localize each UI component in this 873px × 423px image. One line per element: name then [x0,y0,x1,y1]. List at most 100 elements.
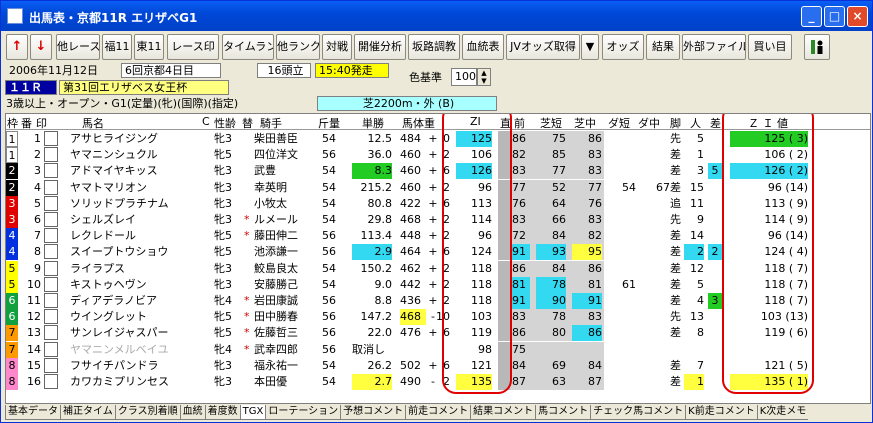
tab-4[interactable]: 着度数 [204,405,240,420]
tab-3[interactable]: 血統 [179,405,205,420]
table-row[interactable]: 5 9 ライラプス 牝3 鮫島良太 54 150.2 462 +2 118 86 84 86 差 12 118… [6,260,870,277]
table-row[interactable]: 6 11 ディアデラノビア 牝4 * 岩田康誠 56 8.8 436 +2 118 91 90 91 差 4 3… [6,293,870,309]
table-row[interactable]: 2 3 アドマイヤキッス 牝3 武豊 54 8.3 460 +6 126 83 77 83 差 3 5 126 … [6,163,870,180]
result-button[interactable]: 結果 [646,34,680,60]
cell-name: ライラプス [70,261,125,275]
cell-ds [606,374,636,390]
tab-8[interactable]: 前走コメント [405,405,471,420]
tab-2[interactable]: クラス別着順 [114,405,180,420]
cell-delta: 6 [443,326,450,340]
time-rank-button[interactable]: タイムランク [222,34,274,60]
tab-7[interactable]: 予想コメント [340,405,406,420]
table-row[interactable]: 1 2 ヤマニンシュクル 牝5 四位洋文 56 36.0 460 +2 106 82 85 83 差 1 10… [6,147,870,164]
cell-odds: 26.2 [367,358,393,372]
tab-11[interactable]: チェック馬コメント [590,405,686,420]
cell-mark[interactable] [44,309,58,325]
cell-mark[interactable] [44,293,58,308]
color-basis-spinner[interactable]: ▲ ▼ [477,68,491,86]
cell-zival: 121 ( 5) [764,358,808,372]
tab-9[interactable]: 結果コメント [470,405,536,420]
cell-waku: 3 [6,195,18,212]
table-row[interactable]: 8 15 フサイチパンドラ 牝3 福永祐一 54 26.2 502 +6 121 84 69 84 差 7 1… [6,357,870,374]
table-row[interactable]: 2 4 ヤマトマリオン 牝3 幸英明 54 215.2 460 +2 96 77 52 77 54 67 差 1… [6,179,870,196]
table-row[interactable]: 4 7 レクレドール 牝5 * 藤田伸二 56 113.4 448 +2 96 72 84 82 差 14 96… [6,228,870,245]
cell-zen: 87 [512,375,526,388]
external-file-button[interactable]: 外部ファイル [682,34,746,60]
table-row[interactable]: 4 8 スイープトウショウ 牝5 池添謙一 56 2.9 464 +6 124 91 93 95 差 2 2 1… [6,244,870,261]
cell-zival [730,342,808,358]
cell-mark[interactable] [44,341,58,357]
slope-training-button[interactable]: 坂路調教 [408,34,460,60]
maximize-button[interactable]: □ [824,6,845,27]
cell-mark[interactable] [44,163,58,179]
cell-mark[interactable] [44,260,58,276]
cell-waku: 4 [6,244,18,261]
person-icon[interactable] [804,34,830,60]
cell-name: アドマイヤキッス [70,164,158,178]
cell-mark[interactable] [44,228,58,244]
pedigree-button[interactable]: 血統表 [462,34,504,60]
cell-mark[interactable] [44,374,58,389]
table-row[interactable]: 3 6 シェルズレイ 牝3 * ルメール 54 29.8 468 +2 114 83 66 83 先 9 114… [6,212,870,228]
close-button[interactable]: × [847,6,868,27]
cell-odds: 215.2 [360,180,393,194]
cell-waku: 5 [6,276,18,293]
cell-mark[interactable] [44,276,58,292]
other-race-button[interactable]: 他レース [56,34,100,60]
table-row[interactable]: 3 5 ソリッドプラチナム 牝3 小牧太 54 80.8 422 +6 113 76 64 76 追 11 1… [6,195,870,212]
cell-diff [708,342,722,358]
tab-0[interactable]: 基本データ [5,405,60,420]
next-race-button[interactable]: ↓ [30,34,52,60]
cell-zival: 126 ( 2) [730,163,808,180]
table-row[interactable]: 7 14 ヤマニンメルベイユ 牝4 * 武幸四郎 56 取消し 98 75 [6,341,870,358]
cell-pop: 15 [690,180,704,194]
table-row[interactable]: 6 12 ウイングレット 牝5 * 田中勝春 56 147.2 468-10 103 83 78 83 先… [6,309,870,326]
cell-mark[interactable] [44,325,58,341]
cell-body: 490 [400,375,421,388]
tab-1[interactable]: 補正タイム [60,405,115,420]
cell-ds [606,147,636,163]
table-row[interactable]: 1 1 アサヒライジング 牝3 柴田善臣 54 12.5 484 +0 125 86 75 86 先 5 12… [6,131,870,147]
table-row[interactable]: 7 13 サンレイジャスパー 牝5 * 佐藤哲三 56 22.0 476 +6 119 86 80 86 差… [6,325,870,342]
table-row[interactable]: 5 10 キストゥヘヴン 牝3 安藤勝己 54 9.0 442 +2 118 81 78 81 61 差 5 1… [6,276,870,293]
tab-5[interactable]: TGX [239,405,266,420]
other-rank-button[interactable]: 他ランク [276,34,320,60]
straight-cell [498,341,510,358]
tab-6[interactable]: ローテーション [265,405,341,420]
header-waku: 枠 [7,117,18,130]
straight-cell [498,228,510,245]
cell-mark[interactable] [44,147,58,163]
higashi11-button[interactable]: 東11 [134,34,164,60]
cell-mark[interactable] [44,244,58,260]
cell-weight: 54 [322,261,336,275]
cell-mark[interactable] [44,179,58,195]
fuku11-button[interactable]: 福11 [102,34,132,60]
jv-odds-button[interactable]: JVオッズ取得 [506,34,580,60]
cell-diff: 3 [708,293,722,309]
cell-diff [708,277,722,293]
prev-race-button[interactable]: ↑ [6,34,28,60]
cell-mark[interactable] [44,212,58,227]
jv-odds-dropdown[interactable]: ▼ [581,34,599,60]
cell-name: ヤマニンメルベイユ [70,342,169,356]
title-bar[interactable]: 出馬表・京都11R エリザベG1 _ □ × [1,1,872,31]
race-mark-button[interactable]: レース印 [167,34,219,60]
cell-mark[interactable] [44,131,58,146]
matchup-button[interactable]: 対戦 [322,34,352,60]
cell-mark[interactable] [44,357,58,373]
cell-mark[interactable] [44,195,58,211]
color-basis-input[interactable]: 100 [451,68,477,86]
bet-button[interactable]: 買い目 [748,34,792,60]
tab-10[interactable]: 馬コメント [535,405,591,420]
cell-delta: 2 [443,261,450,275]
tab-13[interactable]: K次走メモ [756,405,809,420]
cell-zival: 96 (14) [767,180,808,194]
cell-sexage: 牝3 [214,375,232,388]
minimize-button[interactable]: _ [801,6,822,27]
tab-12[interactable]: K前走コメント [685,405,757,420]
cell-waku: 8 [6,357,18,374]
table-row[interactable]: 8 16 カワカミプリンセス 牝3 本田優 54 2.7 490-2 135 87 63 87 差 1 13… [6,374,870,390]
odds-button[interactable]: オッズ [602,34,644,60]
cell-pop: 9 [697,213,704,226]
meeting-analysis-button[interactable]: 開催分析 [354,34,406,60]
